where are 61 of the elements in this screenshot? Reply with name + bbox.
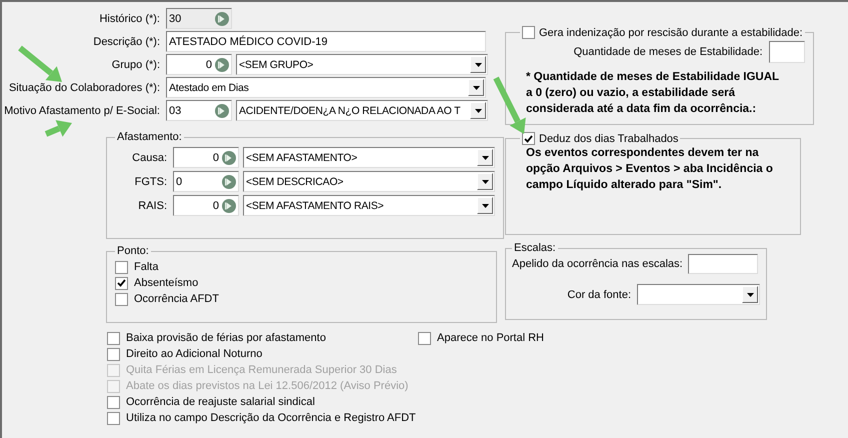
code-field[interactable]: 0 (173, 147, 239, 168)
pointer-arrow (493, 76, 526, 134)
dropdown-field[interactable]: <SEM GRUPO> (236, 54, 488, 75)
checkbox[interactable] (107, 396, 120, 408)
checkbox[interactable] (107, 348, 120, 360)
checkbox-label[interactable]: Ocorrência de reajuste salarial sindical (126, 396, 315, 408)
field-label: Causa: (131, 152, 168, 164)
code-field[interactable]: 0 (166, 54, 232, 75)
dropdown-field[interactable]: ACIDENTE/DOEN¿A N¿O RELACIONADA AO T (236, 100, 488, 121)
checkbox-label[interactable]: Direito ao Adicional Noturno (126, 348, 262, 360)
lookup-icon[interactable] (215, 12, 229, 26)
code-field[interactable]: 0 (173, 171, 239, 192)
checkbox[interactable] (418, 332, 431, 344)
input-field[interactable] (768, 41, 805, 63)
field-label: Cor da fonte: (567, 288, 631, 300)
text-field[interactable]: ATESTADO MÉDICO COVID-19 (166, 31, 486, 52)
group-title: Escalas: (513, 242, 557, 254)
code-field[interactable]: 0 (173, 195, 239, 216)
pointer-arrow (44, 120, 72, 137)
checkbox[interactable] (107, 332, 120, 344)
checkbox[interactable] (115, 260, 128, 274)
group-title: Afastamento: (116, 131, 183, 143)
lookup-icon[interactable] (215, 104, 229, 118)
checkbox-label[interactable]: Deduz dos dias Trabalhados (539, 132, 678, 144)
lookup-icon[interactable] (222, 174, 236, 188)
dropdown-field[interactable]: Atestado em Dias (166, 77, 486, 98)
note-text: * Quantidade de meses de Estabilidade IGUAL a 0 (zero) ou vazio, a estabilidade será considerada até a data fim da ocorrência.: (525, 70, 780, 117)
checkbox-label[interactable]: Ocorrência AFDT (134, 293, 219, 305)
field-label: Motivo Afastamento p/ E-Social: (3, 104, 161, 116)
code-field[interactable]: 30 (166, 8, 232, 29)
checkbox[interactable] (522, 132, 535, 145)
dropdown-field[interactable] (637, 284, 760, 305)
lookup-icon[interactable] (215, 58, 229, 72)
lookup-icon[interactable] (222, 198, 236, 212)
field-label: Situação do Colaboradores (*): (8, 82, 161, 94)
field-label: Quantidade de meses de Estabilidade: (574, 46, 763, 58)
pointer-arrow (18, 46, 62, 82)
checkbox-label[interactable]: Falta (134, 261, 158, 273)
checkbox-label[interactable]: Baixa provisão de férias por afastamento (126, 332, 326, 344)
code-field[interactable]: 03 (166, 100, 232, 121)
checkbox-label[interactable]: Utiliza no campo Descrição da Ocorrência e Registro AFDT (126, 412, 416, 424)
checkbox-label[interactable]: Gera indenização por rescisão durante a estabilidade: (539, 26, 803, 38)
field-label: Descrição (*): (92, 36, 161, 48)
checkbox[interactable] (115, 276, 128, 290)
dropdown-field[interactable]: <SEM AFASTAMENTO RAIS> (243, 195, 495, 216)
field-label: FGTS: (134, 176, 168, 188)
note-text: Os eventos correspondentes devem ter na opção Arquivos > Eventos > aba Incidência o campo Líquido alterado para "Sim". (525, 146, 774, 193)
checkbox[interactable] (522, 26, 535, 39)
checkbox[interactable] (107, 412, 120, 424)
dropdown-field[interactable]: <SEM DESCRICAO> (243, 171, 495, 192)
checkbox-label[interactable]: Absenteísmo (134, 277, 198, 289)
field-label: RAIS: (137, 200, 168, 212)
field-label: Apelido da ocorrência nas escalas: (512, 258, 683, 270)
input-field[interactable] (688, 254, 758, 274)
checkbox[interactable] (115, 292, 128, 306)
field-label: Grupo (*): (110, 58, 161, 70)
dropdown-field[interactable]: <SEM AFASTAMENTO> (243, 147, 495, 168)
lookup-icon[interactable] (222, 150, 236, 164)
field-label: Histórico (*): (98, 12, 161, 24)
checkbox-label[interactable]: Aparece no Portal RH (437, 332, 544, 344)
group-title: Ponto: (116, 245, 150, 257)
